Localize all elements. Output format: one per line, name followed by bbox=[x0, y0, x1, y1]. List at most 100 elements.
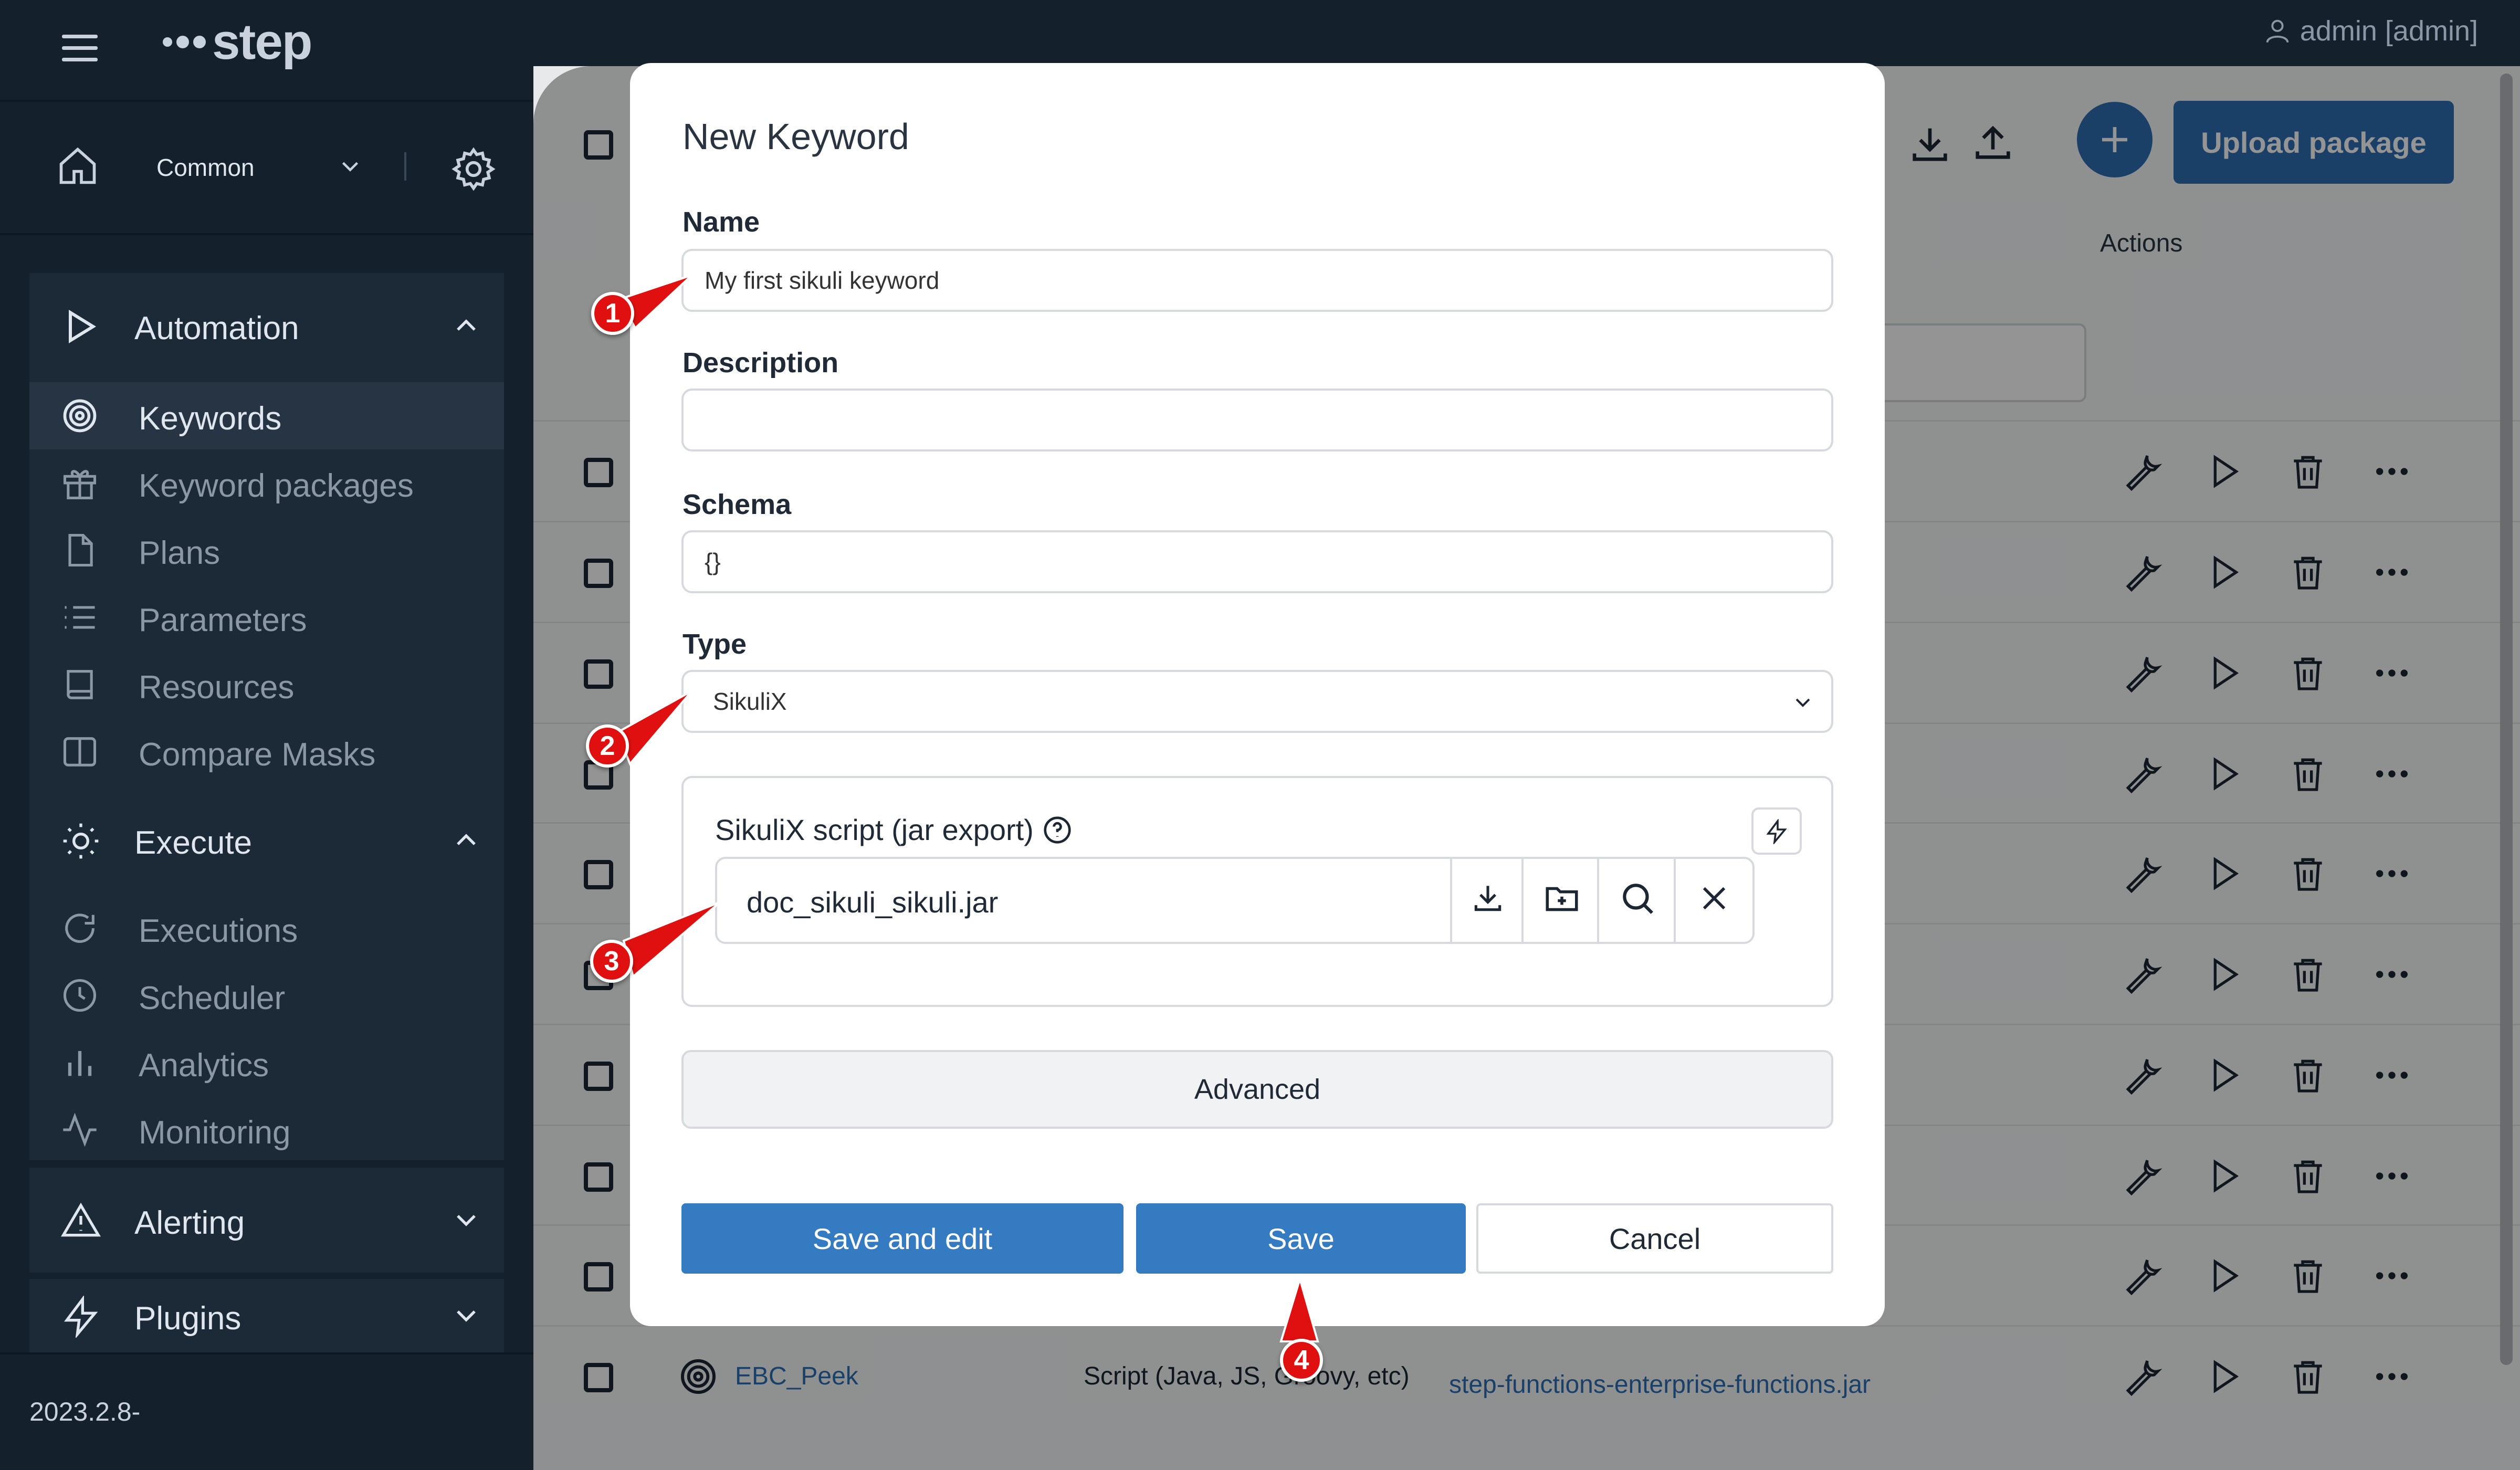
close-icon bbox=[1703, 887, 1726, 910]
sidebar-item-parameters[interactable]: Parameters bbox=[29, 584, 504, 651]
sidebar-item-label: Compare Masks bbox=[139, 737, 376, 773]
nav-group-execute: Execute Executions Scheduler Analytics M… bbox=[29, 788, 504, 1160]
download-file-button[interactable] bbox=[1450, 859, 1524, 942]
sidebar-divider bbox=[0, 233, 533, 235]
sidebar-item-monitoring[interactable]: Monitoring bbox=[29, 1096, 504, 1163]
sidebar-item-compare-masks[interactable]: Compare Masks bbox=[29, 718, 504, 785]
sidebar-item-label: Executions bbox=[139, 913, 298, 949]
user-label: admin [admin] bbox=[2300, 15, 2478, 47]
sidebar: step Common Automation Keywords Keyword … bbox=[0, 0, 533, 1470]
sidebar-item-label: Parameters bbox=[139, 602, 307, 638]
download-icon bbox=[1474, 886, 1502, 911]
app-logo[interactable]: step bbox=[163, 14, 312, 70]
upload-file-button[interactable] bbox=[1521, 859, 1599, 942]
sidebar-item-label: Analytics bbox=[139, 1047, 269, 1084]
sidebar-item-keyword-packages[interactable]: Keyword packages bbox=[29, 449, 504, 517]
chevron-down-icon bbox=[457, 1310, 476, 1322]
callout-badge-1: 1 bbox=[591, 292, 634, 335]
sidebar-item-label: Scheduler bbox=[139, 980, 286, 1016]
app-version: 2023.2.8- bbox=[29, 1397, 141, 1426]
refresh-icon bbox=[65, 914, 94, 943]
callout-badge-4: 4 bbox=[1280, 1339, 1323, 1382]
nav-group-header-alerting[interactable]: Alerting bbox=[29, 1168, 504, 1273]
chevron-up-icon bbox=[457, 834, 476, 845]
nav-group-plugins: Plugins bbox=[29, 1279, 504, 1352]
menu-icon[interactable] bbox=[62, 35, 98, 63]
advanced-button[interactable]: Advanced bbox=[681, 1050, 1833, 1129]
tenant-separator bbox=[404, 152, 406, 181]
schema-label: Schema bbox=[682, 489, 792, 520]
nav-group-header-execute[interactable]: Execute bbox=[29, 788, 504, 892]
type-select[interactable]: SikuliX bbox=[681, 670, 1833, 733]
sidebar-item-label: Keyword packages bbox=[139, 468, 414, 504]
nav-group-header-automation[interactable]: Automation bbox=[29, 273, 504, 378]
sidebar-divider bbox=[0, 100, 533, 102]
sidebar-item-keywords[interactable]: Keywords bbox=[29, 382, 504, 449]
lightning-icon bbox=[64, 1296, 98, 1338]
book-icon bbox=[67, 670, 93, 699]
tenant-selector: Common bbox=[0, 105, 533, 236]
chevron-down-icon[interactable] bbox=[336, 152, 364, 181]
search-icon bbox=[1623, 884, 1653, 914]
bar-chart-icon bbox=[68, 1051, 92, 1076]
script-file-name[interactable]: doc_sikuli_sikuli.jar bbox=[747, 885, 998, 919]
schema-field[interactable]: {} bbox=[681, 530, 1833, 593]
sidebar-item-scheduler[interactable]: Scheduler bbox=[29, 962, 504, 1029]
cancel-button[interactable]: Cancel bbox=[1476, 1203, 1833, 1274]
sidebar-item-resources[interactable]: Resources bbox=[29, 651, 504, 718]
chevron-down-icon bbox=[457, 1215, 476, 1226]
new-keyword-dialog: New Keyword Name My first sikuli keyword… bbox=[630, 63, 1885, 1326]
help-icon[interactable] bbox=[1041, 814, 1074, 846]
gear-icon[interactable] bbox=[449, 145, 498, 193]
type-select-value: SikuliX bbox=[713, 688, 787, 715]
package-icon bbox=[63, 470, 97, 500]
sidebar-item-label: Resources bbox=[139, 669, 295, 706]
columns-icon bbox=[63, 737, 97, 766]
sidebar-item-plans[interactable]: Plans bbox=[29, 517, 504, 584]
tenant-name[interactable]: Common bbox=[156, 153, 255, 182]
clock-icon bbox=[63, 979, 97, 1012]
sidebar-item-label: Monitoring bbox=[139, 1115, 291, 1151]
type-label: Type bbox=[682, 628, 747, 660]
home-icon[interactable] bbox=[56, 144, 100, 188]
save-and-edit-button[interactable]: Save and edit bbox=[681, 1203, 1124, 1274]
sidebar-item-label: Plans bbox=[139, 535, 220, 571]
dynamic-toggle-button[interactable] bbox=[1751, 807, 1802, 855]
sikulix-script-label-text: SikuliX script (jar export) bbox=[715, 813, 1034, 846]
clear-file-button[interactable] bbox=[1674, 859, 1755, 942]
sun-icon bbox=[63, 823, 99, 859]
chevron-up-icon bbox=[457, 319, 476, 331]
sidebar-item-analytics[interactable]: Analytics bbox=[29, 1029, 504, 1096]
callout-badge-2: 2 bbox=[586, 724, 629, 768]
chevron-down-icon bbox=[1796, 698, 1810, 707]
logo-text: step bbox=[212, 14, 312, 70]
save-button[interactable]: Save bbox=[1136, 1203, 1466, 1274]
description-label: Description bbox=[682, 347, 839, 379]
nav-group-automation: Automation Keywords Keyword packages Pla… bbox=[29, 273, 504, 806]
sikulix-script-section: SikuliX script (jar export) doc_sikuli_s… bbox=[681, 776, 1833, 1007]
nav-group-label: Alerting bbox=[134, 1205, 245, 1241]
file-icon bbox=[68, 533, 93, 567]
folder-plus-icon bbox=[1546, 887, 1578, 911]
sidebar-item-label: Keywords bbox=[139, 401, 282, 437]
callout-badge-3: 3 bbox=[590, 940, 633, 983]
name-field[interactable]: My first sikuli keyword bbox=[681, 249, 1833, 312]
nav-group-label: Plugins bbox=[134, 1300, 242, 1337]
play-icon bbox=[69, 309, 97, 344]
sidebar-item-executions[interactable]: Executions bbox=[29, 895, 504, 962]
description-field[interactable] bbox=[681, 388, 1833, 452]
sidebar-divider bbox=[0, 1352, 533, 1354]
nav-group-label: Execute bbox=[134, 825, 253, 861]
lightning-icon bbox=[1766, 819, 1787, 844]
nav-group-alerting: Alerting bbox=[29, 1168, 504, 1273]
search-file-button[interactable] bbox=[1597, 859, 1676, 942]
script-file-field: doc_sikuli_sikuli.jar bbox=[715, 857, 1755, 944]
alert-triangle-icon bbox=[61, 1202, 101, 1237]
user-menu[interactable]: admin [admin] bbox=[2262, 15, 2478, 47]
keywords-icon bbox=[63, 399, 97, 433]
user-icon bbox=[2266, 19, 2289, 43]
dialog-title: New Keyword bbox=[682, 116, 909, 157]
list-icon bbox=[65, 606, 95, 629]
sikulix-script-label: SikuliX script (jar export) bbox=[715, 813, 1074, 847]
nav-group-header-plugins[interactable]: Plugins bbox=[29, 1279, 504, 1352]
